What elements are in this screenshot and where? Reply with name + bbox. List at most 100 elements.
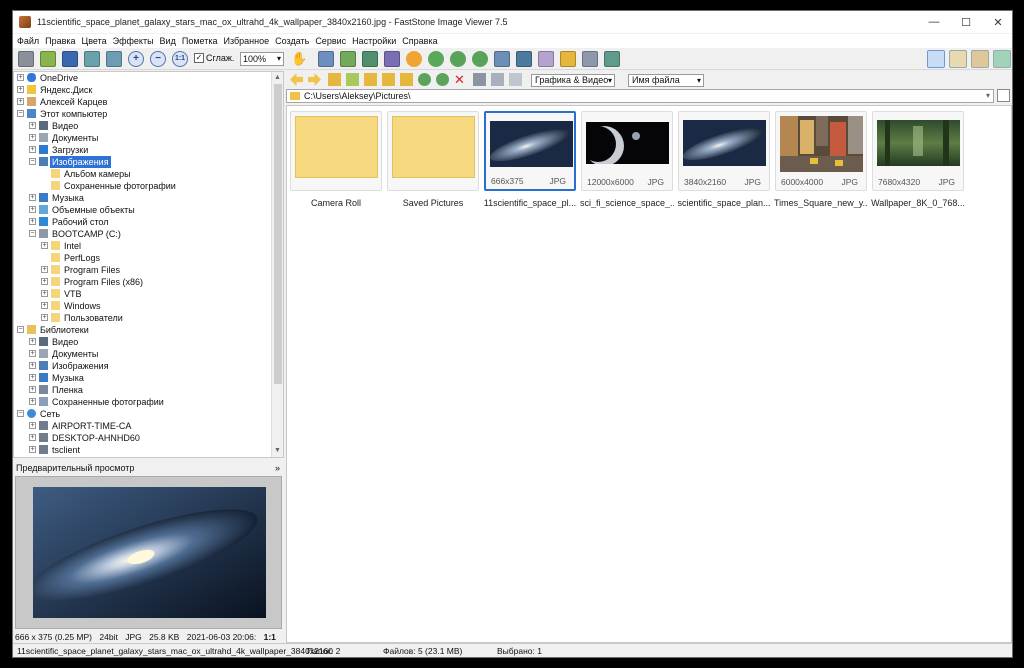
folder-tree[interactable]: + OneDrive + Яндекс.Диск + Алексей Карцев −… [13, 71, 284, 458]
compare-icon[interactable] [494, 51, 510, 67]
thumbnail-planet[interactable]: 12000x6000 JPG [581, 111, 673, 191]
tree-item-lib-documents[interactable]: + Документы [14, 348, 270, 360]
thumbnail-galaxy-selected[interactable]: 666x375 JPG [484, 111, 576, 191]
filter-select[interactable]: Графика & Видео [531, 74, 615, 87]
new-folder-icon[interactable] [364, 73, 377, 86]
tree-item-program-files[interactable]: + Program Files [14, 264, 270, 276]
path-dropdown-icon[interactable]: ▾ [986, 90, 990, 102]
tree-item-yandex-disk[interactable]: + Яндекс.Диск [14, 84, 270, 96]
email-icon[interactable] [560, 51, 576, 67]
tree-item-lib-pictures[interactable]: + Изображения [14, 360, 270, 372]
tree-item-tsclient[interactable]: + tsclient [14, 444, 270, 456]
menu-view[interactable]: Вид [160, 36, 176, 46]
tree-item-lib-saved-photos[interactable]: + Сохраненные фотографии [14, 396, 270, 408]
menu-create[interactable]: Создать [275, 36, 309, 46]
tree-item-user[interactable]: + Алексей Карцев [14, 96, 270, 108]
tree-item-network[interactable]: − Сеть [14, 408, 270, 420]
move-to-folder-icon[interactable] [400, 73, 413, 86]
tree-scrollbar[interactable]: ▲ ▼ [271, 72, 283, 457]
up-folder-icon[interactable] [328, 73, 341, 86]
slideshow-icon[interactable] [516, 51, 532, 67]
crop-icon[interactable] [318, 51, 334, 67]
rotate-right-icon[interactable] [472, 51, 488, 67]
preview-panel[interactable] [15, 476, 282, 629]
thumbnail-saved-pictures[interactable] [387, 111, 479, 191]
open-folder-icon[interactable] [40, 51, 56, 67]
smooth-checkbox[interactable]: ✓ Сглаж. [194, 53, 234, 63]
tree-item-music[interactable]: + Музыка [14, 192, 270, 204]
close-button[interactable]: ✕ [983, 11, 1012, 33]
copy-to-folder-icon[interactable] [382, 73, 395, 86]
effects-gear-icon[interactable] [406, 51, 422, 67]
export-icon[interactable] [106, 51, 122, 67]
tree-item-lib-film[interactable]: + Пленка [14, 384, 270, 396]
tree-item-desktop-pc[interactable]: + DESKTOP-AHNHD60 [14, 432, 270, 444]
browse-folder-icon[interactable] [997, 89, 1010, 102]
tree-item-lib-video[interactable]: + Видео [14, 336, 270, 348]
preview-mode-icon[interactable] [949, 50, 967, 68]
maximize-button[interactable]: ☐ [951, 11, 981, 33]
menu-tag[interactable]: Пометка [182, 36, 218, 46]
tree-item-program-files-x86[interactable]: + Program Files (x86) [14, 276, 270, 288]
refresh-icon[interactable] [418, 73, 431, 86]
menu-favorites[interactable]: Избранное [223, 36, 269, 46]
tree-item-pdinici[interactable]: pdinici [14, 456, 270, 457]
actual-size-icon[interactable]: 1:1 [172, 51, 188, 67]
forward-arrow-icon[interactable] [308, 73, 321, 86]
zoom-in-icon[interactable]: + [128, 51, 144, 67]
scroll-thumb[interactable] [274, 84, 282, 384]
tree-item-bootcamp[interactable]: − BOOTCAMP (C:) [14, 228, 270, 240]
tree-item-saved-pictures[interactable]: Сохраненные фотографии [14, 180, 270, 192]
preview-ratio[interactable]: 1:1 [264, 632, 276, 642]
camera-icon[interactable] [18, 51, 34, 67]
fit-arrows-icon[interactable]: ⇔ [283, 632, 284, 642]
tree-item-desktop[interactable]: + Рабочий стол [14, 216, 270, 228]
menu-file[interactable]: Файл [17, 36, 39, 46]
menu-edit[interactable]: Правка [45, 36, 75, 46]
sort-select[interactable]: Имя файла [628, 74, 704, 87]
tree-item-this-pc[interactable]: − Этот компьютер [14, 108, 270, 120]
tree-item-onedrive[interactable]: + OneDrive [14, 72, 270, 84]
tree-item-lib-music[interactable]: + Музыка [14, 372, 270, 384]
back-arrow-icon[interactable] [290, 73, 303, 86]
details-view-icon[interactable] [509, 73, 522, 86]
save-as-icon[interactable] [84, 51, 100, 67]
menu-colors[interactable]: Цвета [82, 36, 107, 46]
tree-item-windows[interactable]: + Windows [14, 300, 270, 312]
zoom-select[interactable]: 100% [240, 52, 284, 66]
canvas-icon[interactable] [362, 51, 378, 67]
delete-icon[interactable]: ✕ [454, 73, 467, 86]
tree-item-pictures[interactable]: − Изображения [14, 156, 270, 168]
tree-item-documents[interactable]: + Документы [14, 132, 270, 144]
app-icon[interactable] [19, 16, 31, 28]
tree-item-video[interactable]: + Видео [14, 120, 270, 132]
hand-tool-icon[interactable]: ✋ [291, 51, 307, 67]
tree-item-vtb[interactable]: + VTB [14, 288, 270, 300]
tree-item-camera-roll[interactable]: Альбом камеры [14, 168, 270, 180]
tree-item-airport[interactable]: + AIRPORT-TIME-CA [14, 420, 270, 432]
browser-mode-icon[interactable] [927, 50, 945, 68]
menu-tools[interactable]: Сервис [315, 36, 346, 46]
thumbnails-view-icon[interactable] [473, 73, 486, 86]
tree-item-perflogs[interactable]: PerfLogs [14, 252, 270, 264]
fit-screen-icon[interactable] [993, 50, 1011, 68]
tree-item-users[interactable]: + Пользователи [14, 312, 270, 324]
print-icon[interactable] [582, 51, 598, 67]
tree-item-3d-objects[interactable]: + Объемные объекты [14, 204, 270, 216]
scroll-down-icon[interactable]: ▼ [272, 445, 283, 457]
thumbnail-times-square[interactable]: 6000x4000 JPG [775, 111, 867, 191]
adjust-colors-icon[interactable] [384, 51, 400, 67]
menu-help[interactable]: Справка [402, 36, 437, 46]
red-eye-icon[interactable] [428, 51, 444, 67]
list-view-icon[interactable] [491, 73, 504, 86]
resize-icon[interactable] [340, 51, 356, 67]
thumbnail-camera-roll[interactable] [290, 111, 382, 191]
sync-icon[interactable] [436, 73, 449, 86]
wallpaper-icon[interactable] [604, 51, 620, 67]
scroll-up-icon[interactable]: ▲ [272, 72, 283, 84]
draw-icon[interactable] [538, 51, 554, 67]
fullscreen-mode-icon[interactable] [971, 50, 989, 68]
path-input[interactable]: C:\Users\Aleksey\Pictures\ ▾ [286, 89, 994, 103]
thumbnail-wallpaper[interactable]: 7680x4320 JPG [872, 111, 964, 191]
thumbnail-galaxy[interactable]: 3840x2160 JPG [678, 111, 770, 191]
